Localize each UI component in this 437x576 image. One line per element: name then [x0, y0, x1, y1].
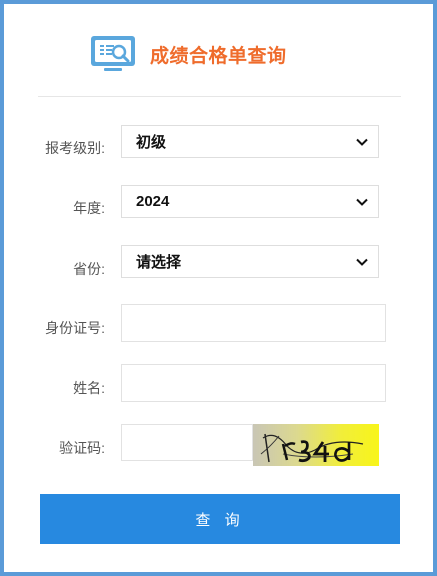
captcha-image[interactable] — [253, 424, 379, 466]
captcha-input[interactable] — [121, 424, 253, 461]
id-number-input[interactable] — [121, 304, 386, 342]
province-select-value: 请选择 — [136, 254, 182, 271]
page-title: 成绩合格单查询 — [150, 45, 287, 67]
year-label: 年度: — [73, 200, 105, 216]
province-label: 省份: — [73, 261, 105, 277]
level-select-value: 初级 — [136, 134, 167, 151]
id-number-label: 身份证号: — [45, 320, 105, 336]
level-label: 报考级别: — [45, 140, 105, 156]
chevron-down-icon — [356, 198, 368, 206]
chevron-down-icon — [356, 138, 368, 146]
query-button[interactable]: 查 询 — [40, 494, 400, 544]
name-input[interactable] — [121, 364, 386, 402]
chevron-down-icon — [356, 258, 368, 266]
level-select[interactable]: 初级 — [121, 125, 379, 158]
year-select[interactable]: 2024 — [121, 185, 379, 218]
header-divider — [38, 96, 401, 97]
province-select[interactable]: 请选择 — [121, 245, 379, 278]
page-header: 成绩合格单查询 — [90, 34, 287, 74]
name-label: 姓名: — [73, 380, 105, 396]
year-select-value: 2024 — [136, 193, 170, 210]
captcha-label: 验证码: — [59, 440, 105, 456]
search-document-icon — [91, 36, 135, 71]
